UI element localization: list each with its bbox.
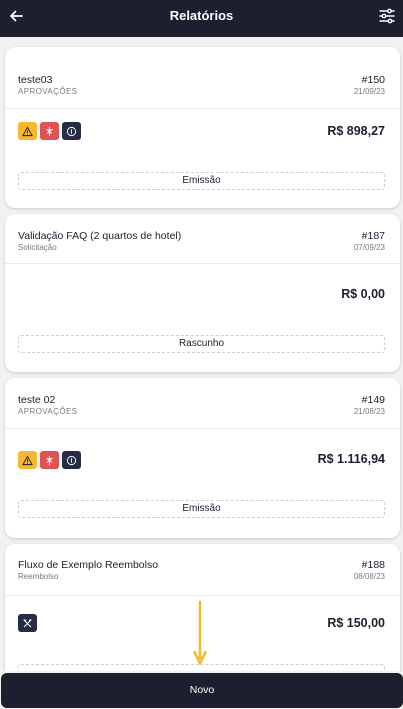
report-card[interactable]: Validação FAQ (2 quartos de hotel) Solic… [5, 214, 400, 372]
report-date: 08/08/23 [353, 572, 385, 581]
report-amount: R$ 150,00 [327, 616, 385, 630]
bottom-bar: Novo [0, 671, 403, 709]
medical-icon [40, 122, 59, 140]
report-subtitle: Solicitação [18, 243, 57, 252]
warning-icon [18, 122, 37, 140]
top-app-bar: Relatórios [0, 0, 403, 37]
sliders-icon[interactable] [378, 7, 396, 25]
report-number: #150 [361, 74, 385, 86]
warning-icon [18, 451, 37, 469]
report-card[interactable]: teste03 APROVAÇÕES #150 21/09/23 R$ 898,… [5, 47, 400, 208]
report-amount: R$ 0,00 [341, 287, 385, 301]
report-subtitle: APROVAÇÕES [18, 87, 78, 96]
report-card-header [5, 47, 400, 109]
report-card-header [5, 378, 400, 429]
expense-type-icons [18, 614, 37, 632]
coin-icon [62, 451, 81, 469]
report-subtitle: Reembolso [18, 572, 59, 581]
report-status: Emissão [18, 500, 385, 518]
expense-type-icons [18, 451, 81, 469]
coin-icon [62, 122, 81, 140]
report-status: Emissão [18, 172, 385, 190]
report-number: #187 [361, 230, 385, 242]
report-name: Fluxo de Exemplo Reembolso [18, 559, 159, 571]
report-date: 21/08/23 [353, 407, 385, 416]
report-date: 07/09/23 [353, 243, 385, 252]
medical-icon [40, 451, 59, 469]
reports-list[interactable]: teste03 APROVAÇÕES #150 21/09/23 R$ 898,… [0, 37, 403, 671]
expense-type-icons [18, 122, 81, 140]
annotation-arrow-icon [193, 600, 207, 665]
report-amount: R$ 898,27 [327, 124, 385, 138]
page-title: Relatórios [169, 8, 234, 23]
report-number: #188 [361, 559, 385, 571]
report-amount: R$ 1.116,94 [317, 452, 385, 466]
report-name: teste03 [18, 74, 53, 86]
report-status: Rascunho [18, 335, 385, 353]
utensils-icon [18, 614, 37, 632]
report-card[interactable]: teste 02 APROVAÇÕES #149 21/08/23 R$ 1.1… [5, 378, 400, 538]
report-name: Validação FAQ (2 quartos de hotel) [18, 230, 182, 242]
report-number: #149 [361, 394, 385, 406]
new-report-button[interactable]: Novo [1, 673, 403, 708]
report-name: teste 02 [18, 394, 56, 406]
report-subtitle: APROVAÇÕES [18, 407, 78, 416]
report-date: 21/09/23 [353, 87, 385, 96]
